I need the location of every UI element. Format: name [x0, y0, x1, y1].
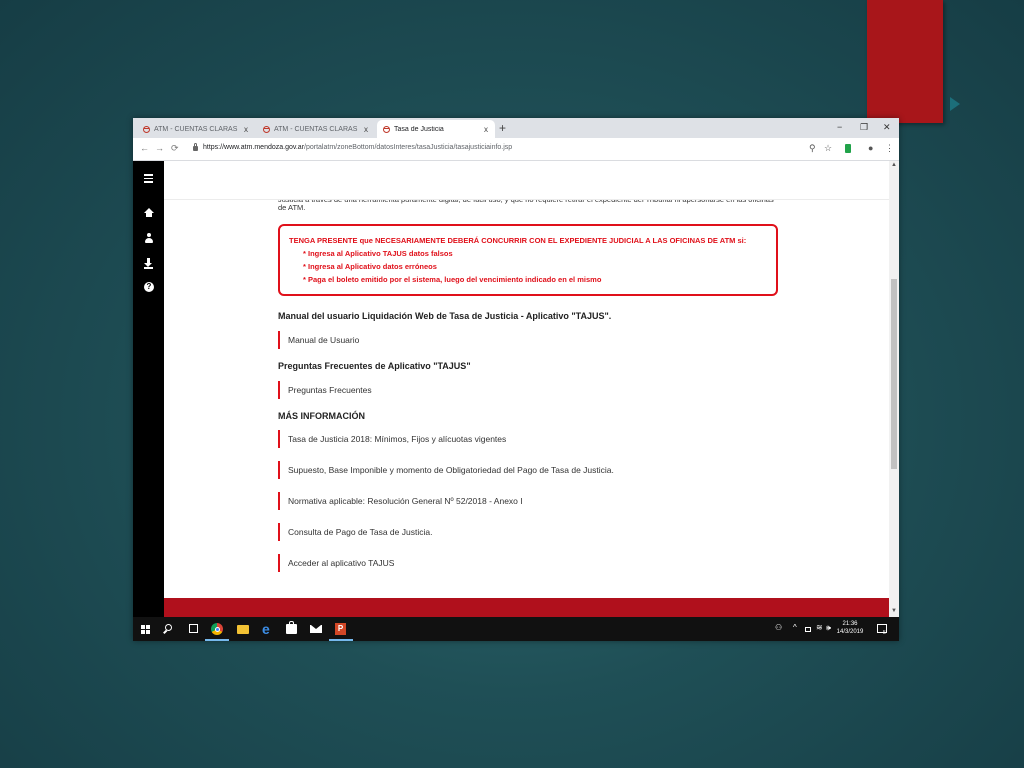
- url-path: /portalatm/zoneBottom/datosInteres/tasaJ…: [304, 144, 513, 151]
- reload-button[interactable]: ⟳: [171, 142, 179, 155]
- manual-link[interactable]: Manual de Usuario: [278, 331, 359, 349]
- warning-box: TENGA PRESENTE que NECESARIAMENTE DEBERÁ…: [278, 224, 778, 296]
- active-app-indicator: [205, 639, 229, 641]
- tab-label: ATM - CUENTAS CLARAS: [154, 125, 238, 133]
- lock-icon: [193, 143, 198, 151]
- scroll-up-icon[interactable]: ▲: [891, 162, 897, 168]
- close-window-button[interactable]: ✕: [883, 120, 891, 134]
- extension-icon[interactable]: [845, 144, 851, 153]
- address-bar: ← → ⟳ https://www.atm.mendoza.gov.ar/por…: [133, 138, 899, 161]
- faq-link[interactable]: Preguntas Frecuentes: [278, 381, 372, 399]
- profile-icon[interactable]: ●: [868, 142, 873, 155]
- edge-icon[interactable]: e: [262, 621, 270, 637]
- help-icon[interactable]: ?: [144, 282, 154, 292]
- store-icon[interactable]: [286, 621, 297, 634]
- restore-button[interactable]: ❐: [860, 120, 868, 134]
- browser-menu-icon[interactable]: ⋮: [885, 142, 894, 155]
- tab-close-icon[interactable]: x: [361, 125, 371, 134]
- forward-button[interactable]: →: [155, 142, 164, 155]
- tab-atm-cuentas-claras-1[interactable]: ATM - CUENTAS CLARAS x: [137, 120, 255, 138]
- scroll-thumb[interactable]: [891, 279, 897, 469]
- page-header: [164, 161, 899, 200]
- home-icon[interactable]: [144, 208, 154, 217]
- slide-bullet-arrow-icon: [950, 97, 960, 111]
- search-icon[interactable]: [165, 624, 172, 631]
- new-tab-button[interactable]: +: [499, 120, 506, 136]
- more-info-link[interactable]: Tasa de Justicia 2018: Mínimos, Fijos y …: [278, 430, 506, 448]
- tab-tasa-de-justicia[interactable]: Tasa de Justicia x: [377, 120, 495, 138]
- atm-favicon-icon: [143, 125, 150, 133]
- more-info-link[interactable]: Supuesto, Base Imponible y momento de Ob…: [278, 461, 614, 479]
- tab-close-icon[interactable]: x: [241, 125, 251, 134]
- tab-close-icon[interactable]: x: [481, 125, 491, 134]
- clock-time: 21:36: [842, 621, 858, 627]
- warning-item: * Ingresa al Aplicativo datos erróneos: [303, 262, 437, 271]
- user-icon[interactable]: [145, 233, 153, 243]
- windows-taskbar: e P ⚇ ^ ≋ 🕪 21:36 14/3/2019 5: [133, 617, 899, 641]
- atm-favicon-icon: [383, 125, 390, 133]
- download-icon[interactable]: [144, 258, 153, 269]
- more-info-link[interactable]: Normativa aplicable: Resolución General …: [278, 492, 523, 510]
- powerpoint-icon[interactable]: P: [335, 623, 346, 635]
- battery-icon[interactable]: [805, 627, 811, 632]
- zoom-icon[interactable]: ⚲: [809, 142, 816, 155]
- tab-atm-cuentas-claras-2[interactable]: ATM - CUENTAS CLARAS x: [257, 120, 375, 138]
- more-info-heading: MÁS INFORMACIÓN: [278, 411, 365, 421]
- slide-accent-block: [867, 0, 943, 123]
- page-footer-bar: [164, 598, 889, 617]
- url-host: https://www.atm.mendoza.gov.ar: [203, 144, 305, 151]
- notification-count: 5: [883, 630, 886, 636]
- tab-bar: ATM - CUENTAS CLARAS x ATM - CUENTAS CLA…: [133, 118, 899, 138]
- url-field[interactable]: https://www.atm.mendoza.gov.ar/portalatm…: [203, 144, 512, 151]
- page-scrollbar[interactable]: ▲ ▼: [889, 161, 899, 617]
- warning-title: TENGA PRESENTE que NECESARIAMENTE DEBERÁ…: [289, 236, 747, 245]
- warning-item: * Ingresa al Aplicativo TAJUS datos fals…: [303, 249, 453, 258]
- faq-heading: Preguntas Frecuentes de Aplicativo "TAJU…: [278, 361, 471, 371]
- hamburger-menu-icon[interactable]: [144, 174, 153, 185]
- more-info-link[interactable]: Consulta de Pago de Tasa de Justicia.: [278, 523, 432, 541]
- wifi-icon[interactable]: ≋: [816, 622, 823, 634]
- tab-label: ATM - CUENTAS CLARAS: [274, 125, 358, 133]
- minimize-button[interactable]: −: [837, 120, 842, 134]
- access-tajus-link[interactable]: Acceder al aplicativo TAJUS: [278, 554, 394, 572]
- warning-item: * Paga el boleto emitido por el sistema,…: [303, 275, 602, 284]
- system-clock[interactable]: 21:36 14/3/2019: [835, 620, 865, 636]
- intro-text: Justicia a través de una herramienta pur…: [278, 200, 774, 212]
- people-icon[interactable]: ⚇: [775, 622, 782, 634]
- mail-icon[interactable]: [310, 625, 322, 633]
- manual-heading: Manual del usuario Liquidación Web de Ta…: [278, 311, 612, 321]
- windows-start-icon[interactable]: [141, 625, 150, 634]
- clock-date: 14/3/2019: [836, 629, 864, 635]
- active-app-indicator: [329, 639, 353, 641]
- main-content: Justicia a través de una herramienta pur…: [164, 200, 889, 598]
- atm-favicon-icon: [263, 125, 270, 133]
- chrome-icon[interactable]: [211, 623, 223, 635]
- scroll-down-icon[interactable]: ▼: [891, 608, 897, 614]
- back-button[interactable]: ←: [140, 142, 149, 155]
- tray-chevron-icon[interactable]: ^: [793, 622, 797, 634]
- speaker-icon[interactable]: 🕪: [826, 622, 831, 634]
- browser-screenshot: ATM - CUENTAS CLARAS x ATM - CUENTAS CLA…: [133, 118, 899, 641]
- file-explorer-icon[interactable]: [237, 625, 249, 634]
- tab-label: Tasa de Justicia: [394, 125, 444, 133]
- task-view-icon[interactable]: [189, 624, 198, 633]
- bookmark-star-icon[interactable]: ☆: [824, 142, 832, 155]
- sidebar: ?: [133, 161, 164, 617]
